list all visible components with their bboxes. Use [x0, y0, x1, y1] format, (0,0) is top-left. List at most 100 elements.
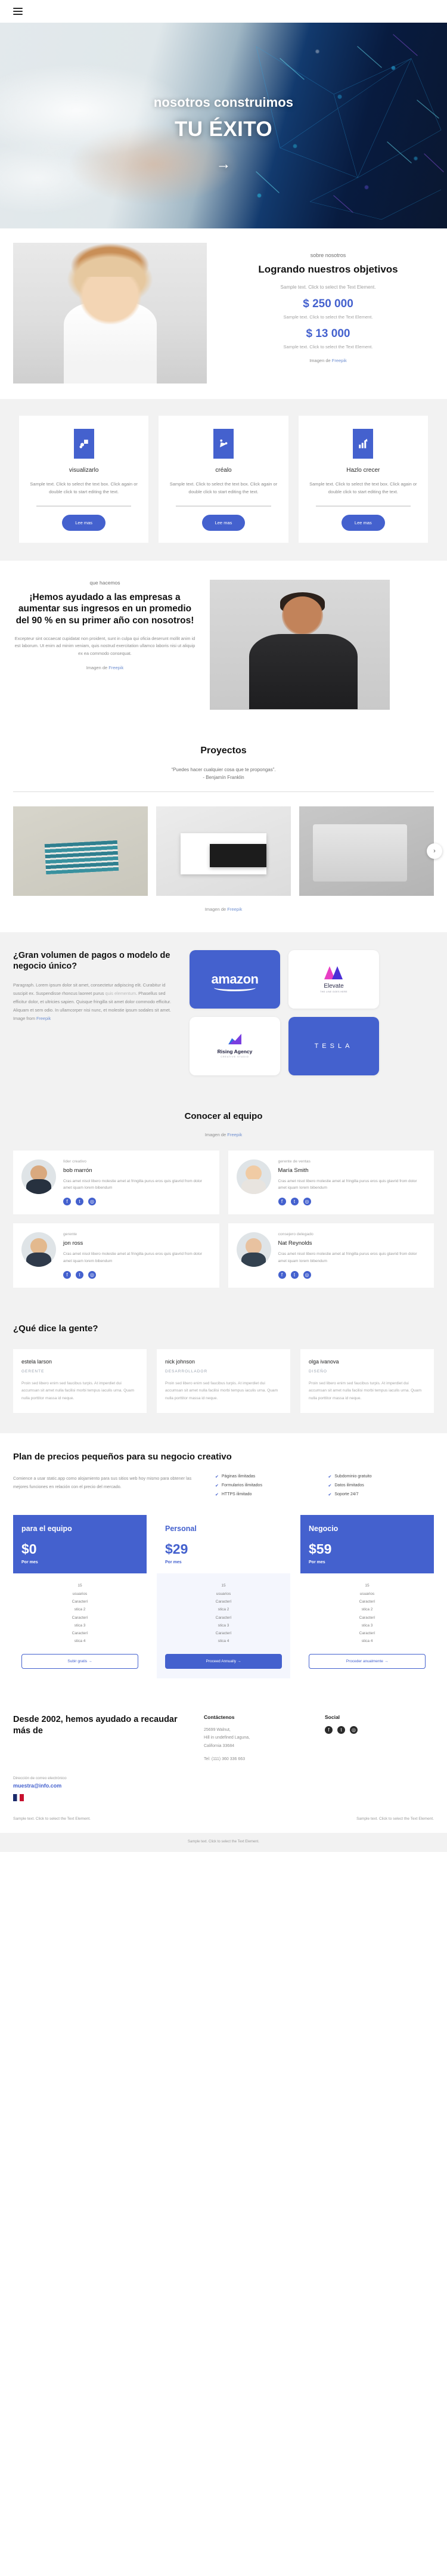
facebook-icon[interactable]: f: [278, 1271, 286, 1279]
facebook-icon[interactable]: f: [325, 1725, 333, 1734]
pricing-description: Comience a usar static.app como alojamie…: [13, 1476, 192, 1490]
read-more-button[interactable]: Lee mas: [62, 514, 106, 531]
plan-feature: Caracterí: [359, 1615, 375, 1620]
avatar: [21, 1232, 56, 1267]
twitter-icon[interactable]: t: [76, 1198, 83, 1206]
feature-card: créalo Sample text. Click to select the …: [159, 416, 288, 543]
logo-card-tesla[interactable]: TESLA: [288, 1016, 379, 1075]
feature-title: visualizarlo: [69, 467, 99, 474]
plan-feature: Caracterí: [72, 1631, 88, 1636]
project-thumbnail[interactable]: [299, 806, 434, 896]
logo-card-elevate[interactable]: Elevate THE LINE GOES HERE: [288, 950, 379, 1009]
project-thumbnail[interactable]: [156, 806, 291, 896]
feature-title: créalo: [215, 467, 232, 474]
feature-label: Subdominio gratuito: [334, 1474, 372, 1479]
plan-features: 15 usuarios Caracterí stica 2 Caracterí …: [359, 1582, 375, 1646]
instagram-icon[interactable]: ◎: [88, 1271, 96, 1279]
footer-bottom-right: Sample text. Click to select the Text El…: [356, 1817, 434, 1822]
twitter-icon[interactable]: t: [290, 1198, 299, 1206]
footer-phone: Tel: (111) 360 336 663: [204, 1756, 246, 1761]
plan-feature: Caracterí: [359, 1631, 375, 1636]
facebook-icon[interactable]: f: [278, 1198, 286, 1206]
testimonial-name: estela larson: [21, 1359, 52, 1365]
freepik-link[interactable]: Freepik: [108, 665, 123, 670]
plan-feature: Caracterí: [215, 1631, 232, 1636]
freepik-link[interactable]: Freepik: [332, 358, 347, 363]
feature-text: Sample text. Click to select the text bo…: [309, 481, 417, 494]
team-section: Conocer al equipo Imagen de Freepik líde…: [0, 1094, 447, 1306]
plan-feature: 15: [221, 1584, 226, 1588]
address-line: 25699 Walnut,: [204, 1727, 231, 1732]
logo-card-amazon[interactable]: amazon: [190, 950, 280, 1009]
address-line: Hill in undefined Laguna,: [204, 1736, 250, 1740]
read-more-button[interactable]: Lee mas: [341, 514, 385, 531]
facebook-icon[interactable]: f: [63, 1271, 71, 1279]
team-member-card: líder creativo bob marrón Cras amet niso…: [13, 1150, 219, 1215]
twitter-icon[interactable]: t: [337, 1725, 345, 1734]
freepik-link[interactable]: Freepik: [227, 1132, 242, 1137]
plan-feature: 15: [77, 1584, 82, 1588]
facebook-icon[interactable]: f: [63, 1198, 71, 1206]
team-member-name: bob marrón: [63, 1167, 92, 1174]
plan-period: Por mes: [309, 1560, 325, 1565]
plan-cta-button[interactable]: Proceder anualmente →: [309, 1653, 426, 1669]
check-icon: ✔: [215, 1484, 219, 1489]
team-member-role: líder creativo: [63, 1159, 86, 1164]
instagram-icon[interactable]: ◎: [303, 1271, 311, 1279]
read-more-button[interactable]: Lee mas: [201, 514, 246, 531]
testimonial-text: Proin sed libero enim sed faucibus turpi…: [309, 1381, 422, 1400]
about-stat-1-caption: Sample text. Click to select the Text El…: [283, 314, 373, 320]
pricing-feature: ✔ HTTPS ilimitado: [215, 1492, 321, 1497]
elevate-logo-tagline: THE LINE GOES HERE: [320, 991, 347, 994]
freepik-link[interactable]: Freepik: [227, 907, 242, 912]
plan-feature: usuarios: [216, 1591, 231, 1596]
testimonials-grid: estela larson GERENTE Proin sed libero e…: [0, 1349, 447, 1413]
plan-feature: Caracterí: [215, 1599, 232, 1604]
about-stat-2-caption: Sample text. Click to select the Text El…: [283, 344, 373, 350]
subscribe-email[interactable]: muestra@info.com: [13, 1783, 434, 1789]
hamburger-menu-icon[interactable]: [13, 8, 23, 15]
team-member-card: gerente de ventas María Smith Cras amet …: [228, 1150, 434, 1215]
team-title: Conocer al equipo: [184, 1111, 263, 1121]
pricing-feature: ✔ Soporte 24/7: [328, 1492, 434, 1497]
twitter-icon[interactable]: t: [76, 1271, 83, 1279]
freepik-link[interactable]: Freepik: [36, 1016, 51, 1021]
volume-text: Paragraph. Lorem ipsum dolor sit amet, c…: [13, 981, 179, 1022]
footer-social-column: Social f t ◎: [325, 1714, 434, 1764]
gallery-next-button[interactable]: ›: [427, 843, 442, 859]
what-we-do-text: Excepteur sint occaecat cupidatat non pr…: [14, 635, 195, 657]
check-icon: ✔: [215, 1475, 219, 1480]
testimonial-card: nick johnson DESARROLLADOR Proin sed lib…: [157, 1349, 290, 1413]
hero-kicker: nosotros construimos: [153, 95, 294, 110]
create-icon: [213, 429, 234, 459]
feature-label: Soporte 24/7: [334, 1492, 359, 1497]
project-thumbnail[interactable]: [13, 806, 148, 896]
projects-quote: “Puedes hacer cualquier cosa que te prop…: [0, 766, 447, 782]
avatar: [236, 1159, 271, 1194]
plan-cta-button[interactable]: Proceed Annually →: [165, 1653, 282, 1669]
team-grid: líder creativo bob marrón Cras amet niso…: [0, 1150, 447, 1288]
about-stat-2-value: $ 13 000: [306, 327, 350, 340]
plan-feature: stica 4: [361, 1639, 373, 1644]
testimonial-role: DISEÑO: [309, 1369, 327, 1374]
testimonial-card: estela larson GERENTE Proin sed libero e…: [13, 1349, 147, 1413]
volume-title: ¿Gran volumen de pagos o modelo de negoc…: [13, 950, 170, 971]
logo-card-rising-agency[interactable]: Rising Agency CREATIVE STUDIO: [190, 1016, 280, 1075]
pricing-plan-card: Negocio $59 Por mes 15 usuarios Caracter…: [300, 1515, 434, 1678]
testimonial-name: nick johnson: [165, 1359, 195, 1365]
visualize-icon: [73, 429, 94, 459]
footer: Desde 2002, hemos ayudado a recaudar más…: [0, 1696, 447, 1833]
instagram-icon[interactable]: ◎: [88, 1198, 96, 1206]
plan-price: $59: [309, 1541, 332, 1557]
hero-arrow-link[interactable]: →: [216, 157, 231, 172]
feature-title: Hazlo crecer: [346, 467, 380, 474]
instagram-icon[interactable]: ◎: [303, 1198, 311, 1206]
feature-card: Hazlo crecer Sample text. Click to selec…: [298, 416, 428, 543]
twitter-icon[interactable]: t: [290, 1271, 299, 1279]
instagram-icon[interactable]: ◎: [350, 1725, 358, 1734]
pricing-section: Plan de precios pequeños para su negocio…: [0, 1433, 447, 1696]
testimonials-title: ¿Qué dice la gente?: [13, 1323, 98, 1334]
plan-cta-button[interactable]: Subir gratis →: [21, 1653, 138, 1669]
feature-text: Sample text. Click to select the text bo…: [30, 481, 138, 494]
footer-address: 25699 Walnut, Hill in undefined Laguna, …: [204, 1726, 313, 1751]
